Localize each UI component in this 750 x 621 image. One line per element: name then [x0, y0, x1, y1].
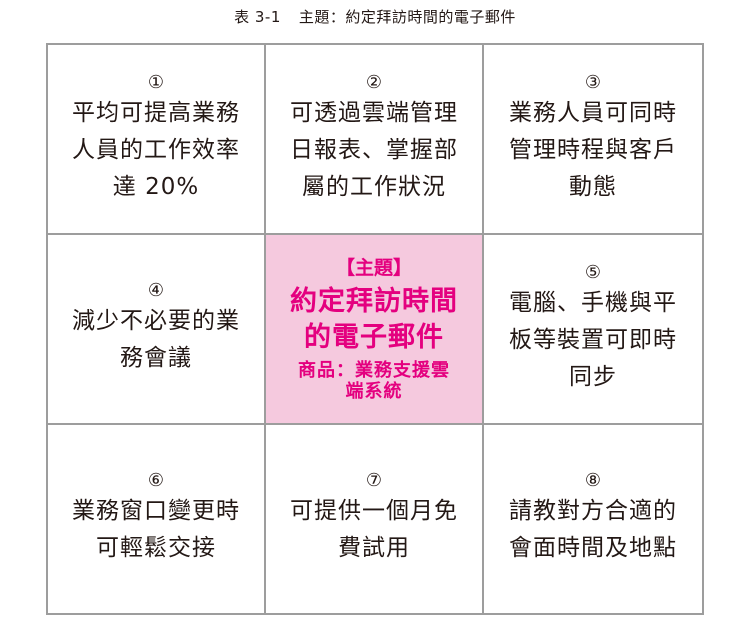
- cell-text: 可提供一個月免 費試用: [290, 498, 458, 561]
- cell-marker: ⑧: [584, 470, 602, 491]
- cell-text: 平均可提高業務 人員的工作效率 達 20%: [72, 99, 240, 200]
- cell-text: 減少不必要的業 務會議: [72, 308, 240, 371]
- cell-marker: ②: [365, 71, 383, 93]
- grid-cell-7: ⑦ 可提供一個月免 費試用: [266, 425, 484, 613]
- theme-tag: 【主題】: [335, 257, 412, 279]
- mandala-grid: ① 平均可提高業務 人員的工作效率 達 20% ② 可透過雲端管理 日報表、掌握…: [46, 43, 704, 615]
- center-theme-cell: 【主題】 約定拜訪時間 的電子郵件 商品：業務支援雲 端系統: [266, 235, 484, 425]
- table-number: 表 3-1: [234, 8, 281, 26]
- grid-cell-8: ⑧ 請教對方合適的 會面時間及地點: [484, 425, 702, 613]
- cell-text: 請教對方合適的 會面時間及地點: [509, 498, 677, 561]
- cell-marker: ⑦: [365, 470, 383, 491]
- cell-text: 業務窗口變更時 可輕鬆交接: [72, 498, 240, 561]
- theme-product: 商品：業務支援雲 端系統: [298, 360, 450, 402]
- cell-marker: ④: [147, 280, 165, 301]
- cell-marker: ⑥: [147, 470, 165, 491]
- grid-cell-1: ① 平均可提高業務 人員的工作效率 達 20%: [48, 45, 266, 235]
- grid-cell-3: ③ 業務人員可同時 管理時程與客戶 動態: [484, 45, 702, 235]
- cell-text: 業務人員可同時 管理時程與客戶 動態: [509, 99, 677, 200]
- cell-marker: ⑤: [584, 261, 602, 283]
- table-caption: 表 3-1 主題：約定拜訪時間的電子郵件: [0, 6, 750, 27]
- grid-cell-4: ④ 減少不必要的業 務會議: [48, 235, 266, 425]
- cell-text: 可透過雲端管理 日報表、掌握部 屬的工作狀況: [290, 99, 458, 200]
- grid-cell-6: ⑥ 業務窗口變更時 可輕鬆交接: [48, 425, 266, 613]
- grid-cell-5: ⑤ 電腦、手機與平 板等裝置可即時 同步: [484, 235, 702, 425]
- table-title: 主題：約定拜訪時間的電子郵件: [298, 8, 516, 26]
- grid-cell-2: ② 可透過雲端管理 日報表、掌握部 屬的工作狀況: [266, 45, 484, 235]
- cell-marker: ①: [147, 71, 165, 93]
- cell-text: 電腦、手機與平 板等裝置可即時 同步: [509, 289, 677, 390]
- theme-title: 約定拜訪時間 的電子郵件: [290, 286, 458, 353]
- cell-marker: ③: [584, 71, 602, 93]
